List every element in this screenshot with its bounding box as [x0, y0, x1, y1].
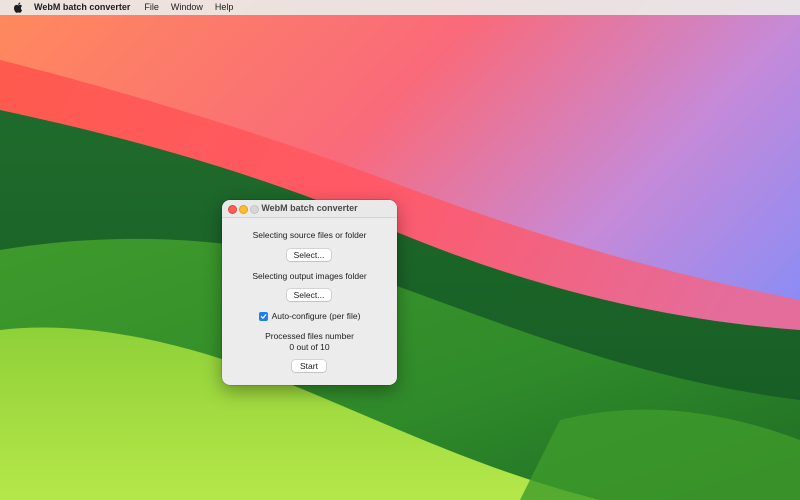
menu-help[interactable]: Help	[209, 0, 240, 15]
menu-window[interactable]: Window	[165, 0, 209, 15]
app-window: WebM batch converter Selecting source fi…	[222, 200, 397, 385]
menu-bar: WebM batch converter File Window Help	[0, 0, 800, 15]
select-source-button[interactable]: Select...	[287, 249, 331, 261]
window-titlebar[interactable]: WebM batch converter	[222, 200, 397, 218]
source-label: Selecting source files or folder	[252, 230, 367, 240]
processed-count: 0 out of 10	[289, 342, 330, 352]
auto-configure-row[interactable]: Auto-configure (per file)	[222, 311, 397, 321]
output-label: Selecting output images folder	[252, 271, 367, 281]
menu-file[interactable]: File	[138, 0, 165, 15]
desktop-wallpaper	[0, 0, 800, 500]
checkmark-icon	[260, 313, 266, 319]
window-title: WebM batch converter	[261, 203, 358, 213]
desktop: WebM batch converter File Window Help We…	[0, 0, 800, 500]
apple-logo-icon[interactable]	[8, 2, 28, 13]
auto-configure-label: Auto-configure (per file)	[271, 311, 361, 321]
processed-label: Processed files number	[265, 331, 354, 341]
auto-configure-checkbox[interactable]	[258, 311, 268, 321]
menu-app-name[interactable]: WebM batch converter	[28, 0, 136, 15]
select-output-button[interactable]: Select...	[287, 289, 331, 301]
start-button[interactable]: Start	[292, 360, 326, 372]
